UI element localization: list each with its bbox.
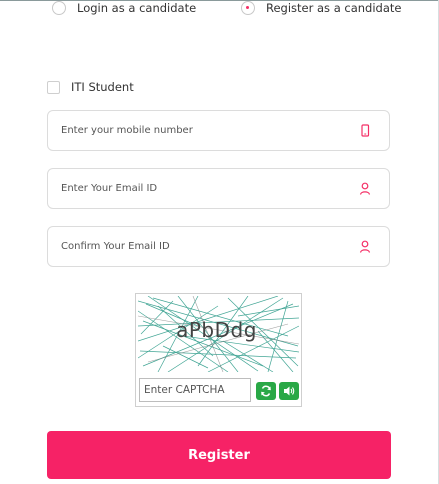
mobile-icon: [361, 124, 370, 137]
refresh-icon: [261, 385, 271, 397]
email-field[interactable]: Enter Your Email ID: [47, 168, 390, 209]
confirm-email-placeholder: Confirm Your Email ID: [61, 241, 170, 252]
mobile-number-placeholder: Enter your mobile number: [61, 125, 193, 136]
login-radio-label: Login as a candidate: [77, 1, 197, 15]
iti-student-option[interactable]: ITI Student: [47, 80, 134, 94]
email-placeholder: Enter Your Email ID: [61, 183, 158, 194]
register-radio-circle[interactable]: [241, 1, 255, 15]
register-radio-label: Register as a candidate: [266, 1, 402, 15]
refresh-captcha-button[interactable]: [256, 382, 276, 400]
mobile-number-field[interactable]: Enter your mobile number: [47, 110, 390, 151]
radio-selected-dot: [246, 6, 249, 9]
captcha-code: aPbDdg: [176, 318, 257, 342]
iti-student-checkbox[interactable]: [47, 80, 60, 94]
iti-student-label: ITI Student: [71, 80, 134, 94]
login-radio-circle[interactable]: [52, 1, 66, 15]
speaker-icon: [284, 386, 295, 396]
register-radio[interactable]: Register as a candidate: [241, 1, 401, 15]
user-icon: [359, 240, 371, 253]
captcha-input[interactable]: Enter CAPTCHA: [139, 378, 251, 402]
audio-captcha-button[interactable]: [279, 382, 299, 400]
confirm-email-field[interactable]: Confirm Your Email ID: [47, 226, 390, 267]
user-icon: [359, 182, 371, 195]
captcha-panel: aPbDdg Enter CAPTCHA: [135, 293, 302, 407]
login-radio[interactable]: Login as a candidate: [52, 1, 196, 15]
register-button[interactable]: Register: [47, 431, 391, 479]
account-type-radio-group: Login as a candidate Register as a candi…: [52, 0, 419, 20]
